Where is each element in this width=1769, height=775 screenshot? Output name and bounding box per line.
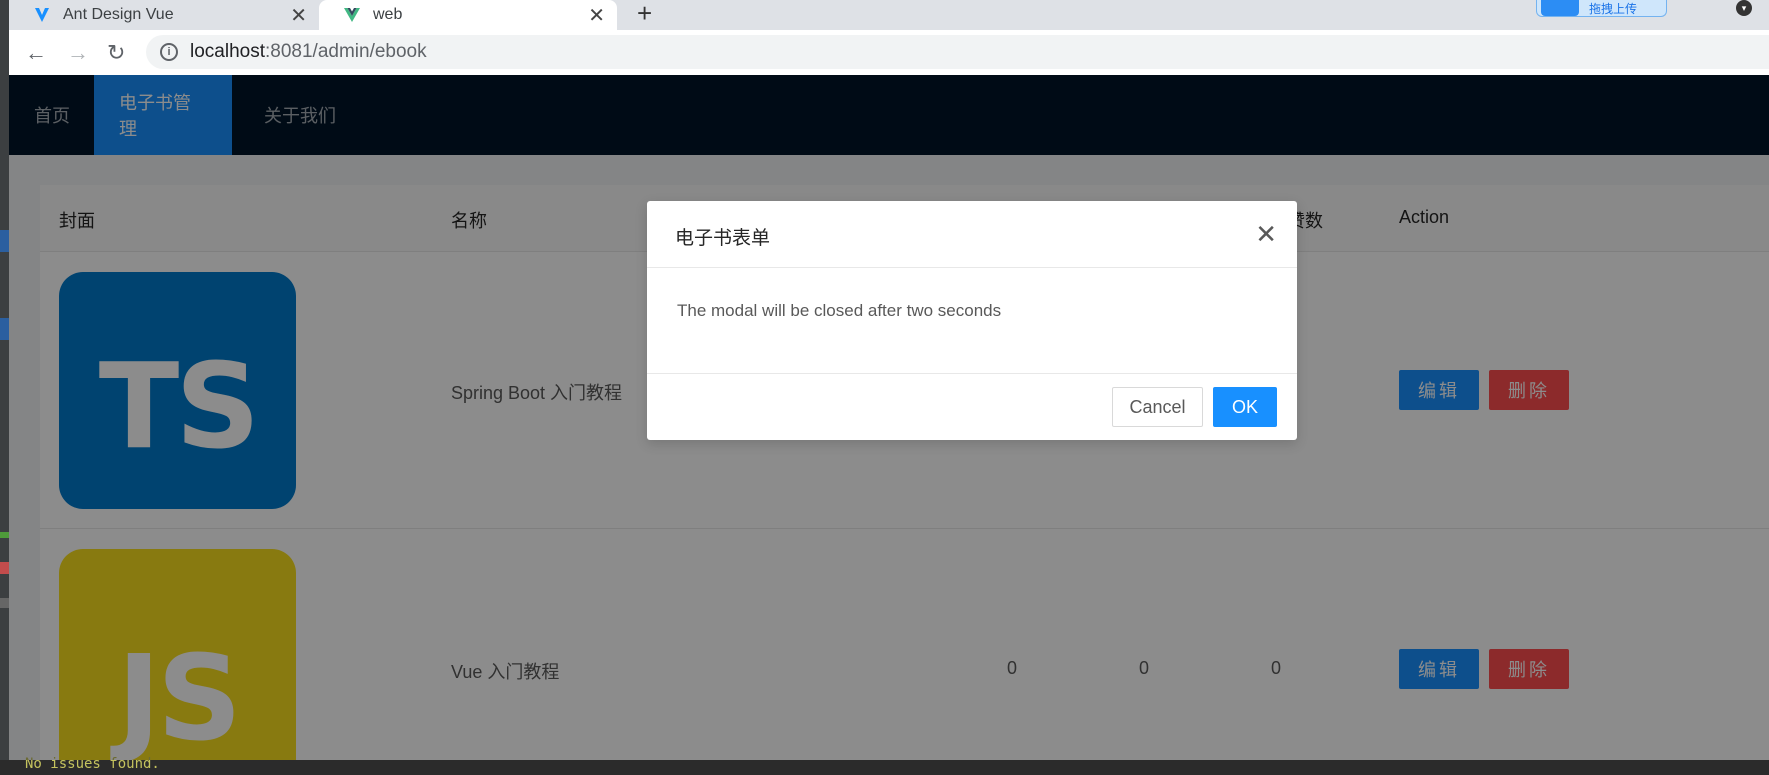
ide-side-panel — [0, 0, 9, 775]
ide-marker — [0, 598, 9, 608]
tab-web[interactable]: web ✕ — [319, 0, 617, 30]
close-tab-icon[interactable]: ✕ — [588, 3, 605, 28]
forward-arrow-icon[interactable]: → — [67, 40, 89, 66]
ide-marker — [0, 562, 9, 574]
ok-button[interactable]: OK — [1213, 387, 1277, 427]
new-tab-button[interactable]: + — [637, 0, 652, 29]
reload-icon[interactable]: ↻ — [107, 40, 125, 66]
url-input[interactable]: i localhost :8081/admin/ebook — [146, 35, 1769, 69]
back-arrow-icon[interactable]: ← — [25, 40, 47, 66]
ide-marker — [0, 532, 9, 538]
modal-footer: Cancel OK — [1112, 387, 1277, 427]
url-host: localhost — [190, 41, 265, 62]
upload-label: 拖拽上传 — [1589, 1, 1638, 16]
ide-marker — [0, 230, 9, 252]
ant-design-vue-logo-icon — [35, 8, 49, 22]
upload-extension-button[interactable]: 拖拽上传 — [1536, 0, 1667, 17]
tab-title: web — [373, 6, 403, 23]
ebook-form-modal: 电子书表单 ✕ The modal will be closed after t… — [647, 201, 1297, 440]
modal-title: 电子书表单 — [647, 201, 1297, 268]
tab-title: Ant Design Vue — [63, 6, 174, 23]
browser-address-bar: ← → ↻ i localhost :8081/admin/ebook — [9, 30, 1769, 75]
url-path: :8081/admin/ebook — [265, 41, 427, 62]
browser-tab-bar: Ant Design Vue ✕ web ✕ + 拖拽上传 ▾ — [9, 0, 1769, 30]
ide-marker — [0, 318, 9, 340]
site-info-icon[interactable]: i — [160, 43, 178, 61]
close-tab-icon[interactable]: ✕ — [290, 3, 307, 28]
vue-logo-icon — [344, 8, 360, 22]
profile-menu-icon[interactable]: ▾ — [1736, 0, 1752, 16]
cancel-button[interactable]: Cancel — [1112, 387, 1203, 427]
baidu-netdisk-icon — [1541, 0, 1579, 16]
tab-ant-design-vue[interactable]: Ant Design Vue ✕ — [33, 0, 319, 30]
modal-body-text: The modal will be closed after two secon… — [647, 268, 1297, 374]
ide-console: No issues found. — [0, 756, 1769, 775]
close-icon[interactable]: ✕ — [1255, 219, 1277, 250]
